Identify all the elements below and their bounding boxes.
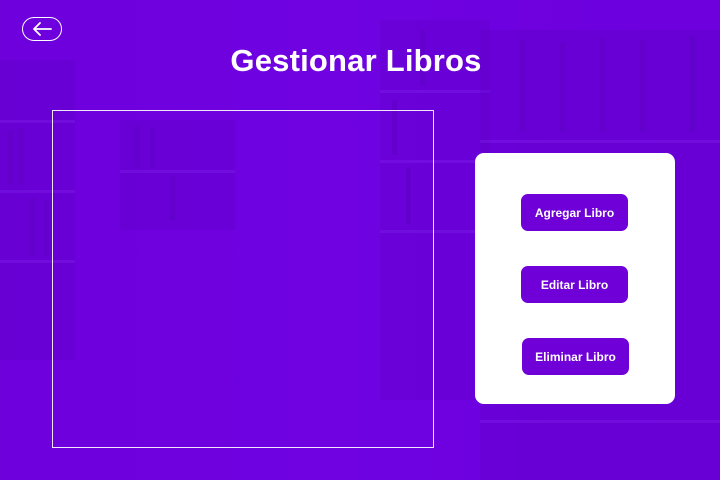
- back-button[interactable]: [22, 17, 62, 41]
- page-title: Gestionar Libros: [230, 43, 482, 78]
- actions-panel: Agregar Libro Editar Libro Eliminar Libr…: [475, 153, 675, 404]
- edit-book-button[interactable]: Editar Libro: [521, 266, 628, 303]
- arrow-left-icon: [31, 22, 53, 36]
- delete-book-button[interactable]: Eliminar Libro: [522, 338, 629, 375]
- add-book-button[interactable]: Agregar Libro: [521, 194, 628, 231]
- book-list-area: [52, 110, 434, 448]
